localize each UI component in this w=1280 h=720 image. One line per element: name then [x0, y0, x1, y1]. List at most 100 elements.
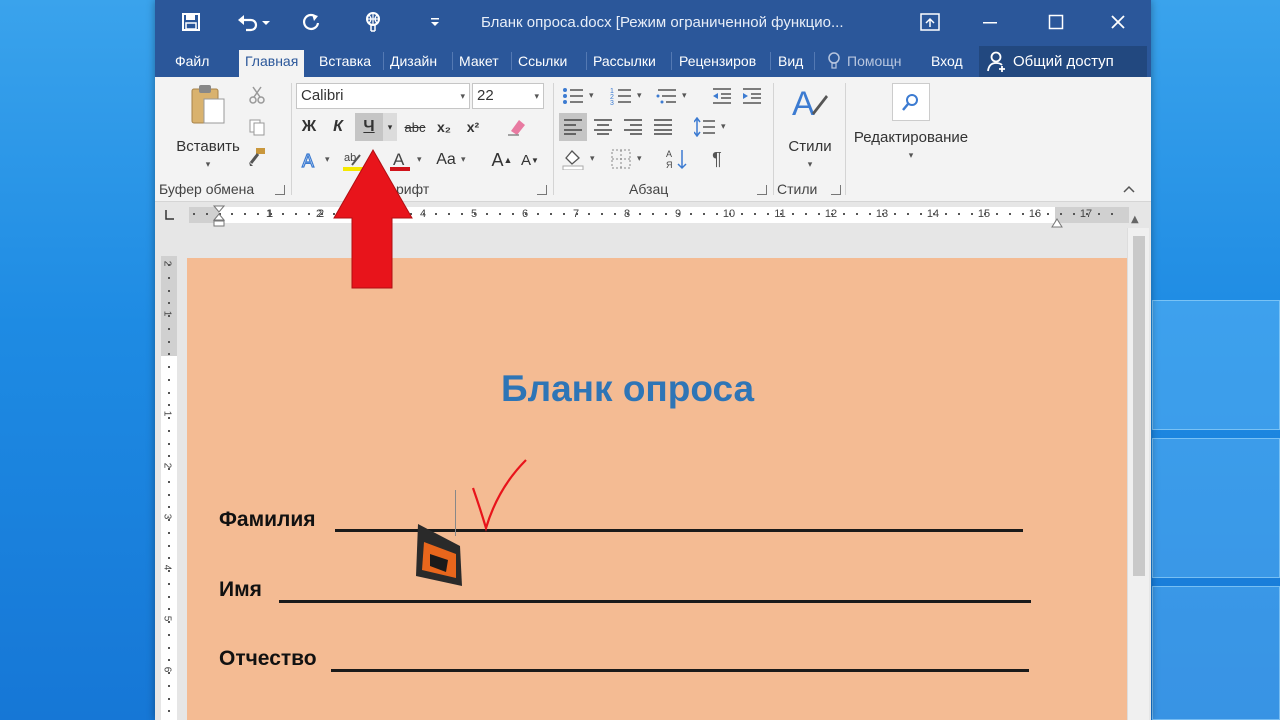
tell-me-box[interactable]: Помощн: [821, 50, 908, 77]
tab-review[interactable]: Рецензиров: [673, 50, 762, 77]
tab-mailings[interactable]: Рассылки: [587, 50, 662, 77]
vertical-ruler-number: 1: [161, 410, 173, 417]
signin-link[interactable]: Вход: [925, 50, 969, 77]
name-label: Имя: [219, 578, 262, 601]
format-painter-icon[interactable]: [245, 145, 269, 169]
paste-dropdown-icon: ▾: [205, 159, 211, 169]
numbering-icon[interactable]: 123: [607, 83, 635, 109]
text-effects-icon[interactable]: A: [297, 147, 323, 173]
underline-button[interactable]: Ч: [355, 113, 383, 141]
document-page[interactable]: Бланк опроса Фамилия Имя Отчество: [187, 258, 1127, 720]
change-case-button[interactable]: Aa: [431, 147, 461, 173]
editing-button[interactable]: Редактирование ▾: [849, 83, 973, 175]
font-size-value: 22: [477, 87, 494, 104]
redo-icon[interactable]: [297, 8, 325, 36]
chevron-down-icon[interactable]: ▾: [682, 91, 687, 101]
decrease-indent-icon[interactable]: [709, 83, 735, 109]
show-formatting-button[interactable]: ¶: [703, 145, 731, 173]
font-launcher-icon[interactable]: [537, 185, 547, 195]
bold-button[interactable]: Ж: [297, 115, 321, 139]
chevron-down-icon[interactable]: ▾: [721, 122, 726, 132]
share-button[interactable]: Общий доступ: [979, 46, 1147, 77]
svg-text:A: A: [792, 85, 815, 123]
svg-text:Я: Я: [666, 160, 673, 170]
tell-me-label: Помощн: [847, 53, 902, 69]
bullets-icon[interactable]: [559, 83, 587, 109]
tab-design[interactable]: Дизайн: [384, 50, 443, 77]
tab-file[interactable]: Файл: [169, 50, 215, 77]
font-size-combo[interactable]: 22 ▾: [472, 83, 544, 109]
font-name-combo[interactable]: Calibri ▾: [296, 83, 470, 109]
underline-dropdown-icon[interactable]: ▾: [383, 113, 397, 141]
save-icon[interactable]: [177, 8, 205, 36]
checkmark-icon: [471, 459, 527, 532]
scrollbar-thumb[interactable]: [1133, 236, 1145, 576]
grow-font-button[interactable]: A ▲: [491, 147, 513, 173]
chevron-down-icon[interactable]: ▾: [461, 155, 466, 165]
tab-selector[interactable]: [163, 209, 177, 223]
cut-icon[interactable]: [245, 83, 269, 107]
patronymic-label: Отчество: [219, 647, 317, 670]
sort-icon[interactable]: АЯ: [663, 145, 691, 173]
undo-icon[interactable]: [233, 8, 273, 36]
subscript-button[interactable]: x₂: [432, 115, 456, 139]
align-center-icon[interactable]: [589, 113, 617, 141]
chevron-down-icon[interactable]: ▾: [637, 91, 642, 101]
customize-icon[interactable]: [421, 8, 449, 36]
paragraph-launcher-icon[interactable]: [757, 185, 767, 195]
minimize-icon[interactable]: [967, 6, 1013, 38]
close-icon[interactable]: [1095, 6, 1141, 38]
align-right-icon[interactable]: [619, 113, 647, 141]
document-area: 2 1 1 2 3 4 5 6 Бланк опроса Фамилия Имя Отчест…: [155, 214, 1151, 720]
chevron-down-icon[interactable]: ▾: [325, 155, 330, 165]
paste-label: Вставить: [176, 138, 240, 155]
lightbulb-icon: [827, 50, 841, 78]
tab-home[interactable]: Главная: [239, 50, 305, 77]
vertical-ruler-number: 4: [161, 564, 173, 571]
styles-launcher-icon[interactable]: [831, 185, 841, 195]
vertical-ruler-number: 1: [161, 310, 173, 317]
find-icon: [892, 83, 930, 121]
paste-button[interactable]: Вставить ▾: [176, 83, 240, 175]
collapse-ribbon-icon[interactable]: [1119, 181, 1139, 197]
strikethrough-button[interactable]: abc: [401, 115, 429, 139]
multilevel-list-icon[interactable]: [653, 83, 681, 109]
tab-references[interactable]: Ссылки: [512, 50, 573, 77]
tab-view[interactable]: Вид: [772, 50, 809, 77]
ribbon-display-icon[interactable]: [907, 6, 953, 38]
name-line[interactable]: [279, 600, 1031, 603]
paragraph-group-label: Абзац: [629, 181, 669, 197]
increase-indent-icon[interactable]: [739, 83, 765, 109]
justify-icon[interactable]: [649, 113, 677, 141]
scroll-up-icon[interactable]: ▲: [1131, 214, 1139, 225]
maximize-icon[interactable]: [1033, 6, 1079, 38]
superscript-button[interactable]: x²: [461, 115, 485, 139]
word-window: Бланк опроса.docx [Режим ограниченной фу…: [155, 0, 1151, 720]
styles-button[interactable]: A Стили ▾: [781, 83, 839, 175]
clipboard-launcher-icon[interactable]: [275, 185, 285, 195]
align-left-icon[interactable]: [559, 113, 587, 141]
chevron-down-icon[interactable]: ▾: [589, 91, 594, 101]
touch-mode-icon[interactable]: [359, 8, 387, 36]
shrink-font-button[interactable]: A ▼: [519, 147, 541, 173]
shading-icon[interactable]: [559, 145, 587, 173]
ruler-bar[interactable]: 211234567891011121314151617: [189, 205, 1129, 228]
svg-text:А: А: [666, 149, 672, 159]
chevron-down-icon[interactable]: ▾: [590, 154, 595, 164]
vertical-scrollbar[interactable]: [1127, 228, 1149, 720]
tab-insert[interactable]: Вставка: [313, 50, 377, 77]
indent-marker[interactable]: [212, 205, 226, 227]
clipboard-icon: [188, 83, 228, 132]
clear-formatting-icon[interactable]: [503, 115, 529, 139]
vertical-ruler-number: 6: [161, 666, 173, 673]
borders-icon[interactable]: [607, 145, 635, 173]
line-spacing-icon[interactable]: [691, 113, 719, 141]
chevron-down-icon[interactable]: ▾: [417, 155, 422, 165]
vertical-ruler-number: 2: [161, 462, 173, 469]
right-indent-marker[interactable]: [1051, 213, 1063, 228]
patronymic-line[interactable]: [331, 669, 1029, 672]
tab-layout[interactable]: Макет: [453, 50, 505, 77]
italic-button[interactable]: К: [326, 115, 350, 139]
copy-icon[interactable]: [245, 115, 269, 139]
chevron-down-icon[interactable]: ▾: [637, 154, 642, 164]
